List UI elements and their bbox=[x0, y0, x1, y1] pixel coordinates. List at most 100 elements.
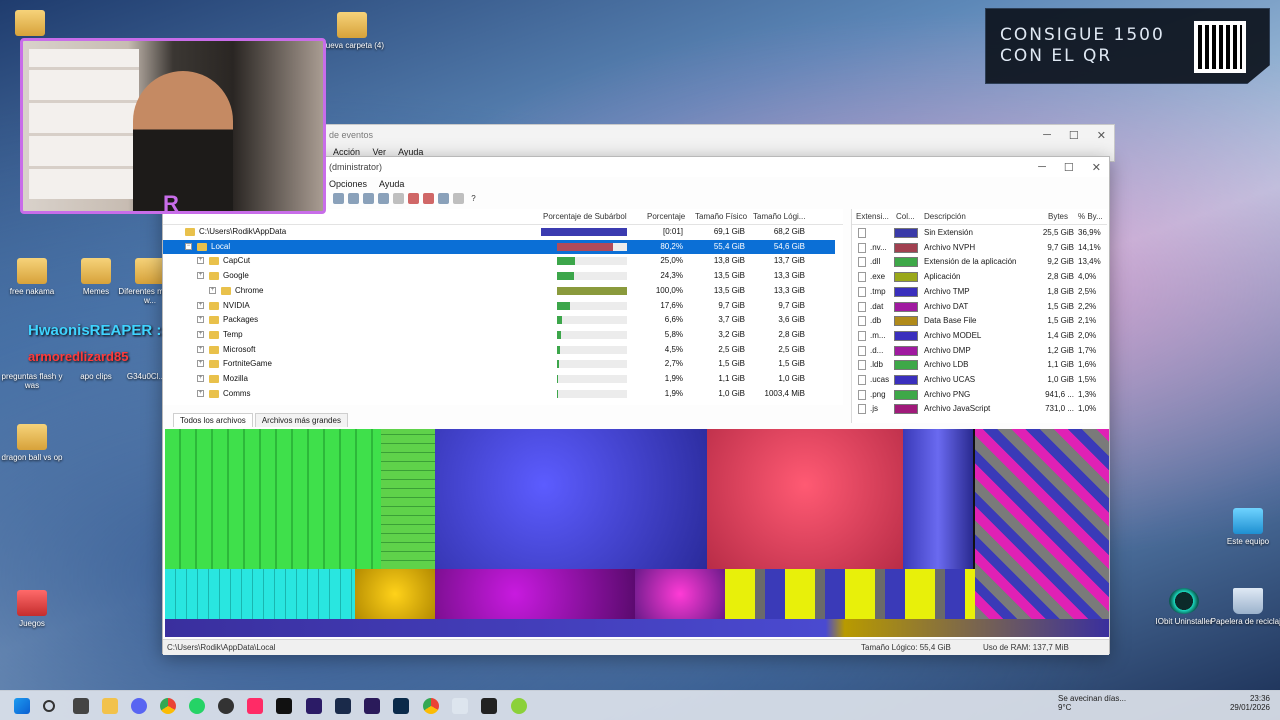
refresh-icon[interactable] bbox=[363, 193, 374, 204]
expand-toggle-icon[interactable]: + bbox=[197, 389, 204, 397]
tree-row[interactable]: + Microsoft 4,5% 2,5 GiB 2,5 GiB bbox=[163, 343, 835, 358]
expand-toggle-icon[interactable]: + bbox=[197, 330, 204, 338]
treemap-block-yellow-1[interactable] bbox=[355, 569, 435, 619]
extension-row[interactable]: .ldb Archivo LDB 1,1 GiB 1,6% bbox=[852, 358, 1108, 373]
tree-row[interactable]: + Packages 6,6% 3,7 GiB 3,6 GiB bbox=[163, 313, 835, 328]
extension-row[interactable]: .d... Archivo DMP 1,2 GiB 1,7% bbox=[852, 344, 1108, 359]
extension-row[interactable]: Sin Extensión 25,5 GiB 36,9% bbox=[852, 226, 1108, 241]
help-icon[interactable]: ? bbox=[468, 193, 479, 204]
tree-row[interactable]: − Local 80,2% 55,4 GiB 54,6 GiB bbox=[163, 239, 835, 255]
tree-row[interactable]: + Chrome 100,0% 13,5 GiB 13,3 GiB bbox=[163, 284, 835, 299]
open-icon[interactable] bbox=[333, 193, 344, 204]
folder-icon[interactable] bbox=[348, 193, 359, 204]
maximize-icon[interactable]: ☐ bbox=[1069, 129, 1079, 142]
tree-row[interactable]: + Comms 1,9% 1,0 GiB 1003,4 MiB bbox=[163, 387, 835, 402]
terminal-icon[interactable] bbox=[481, 698, 497, 714]
tree-row[interactable]: + NVIDIA 17,6% 9,7 GiB 9,7 GiB bbox=[163, 299, 835, 314]
expand-toggle-icon[interactable]: + bbox=[197, 360, 204, 368]
treemap-block-blue-2[interactable] bbox=[903, 429, 973, 569]
desktop-icon-este-equipo[interactable]: Este equipo bbox=[1210, 508, 1280, 546]
expand-toggle-icon[interactable]: + bbox=[197, 301, 204, 309]
audition-icon[interactable] bbox=[306, 698, 322, 714]
lightroom-icon[interactable] bbox=[335, 698, 351, 714]
photoshop-icon[interactable] bbox=[393, 698, 409, 714]
minimize-icon[interactable]: ─ bbox=[1038, 161, 1046, 174]
column-description[interactable]: Descripción bbox=[924, 212, 966, 221]
extension-row[interactable]: .dll Extensión de la aplicación 9,2 GiB 13,… bbox=[852, 255, 1108, 270]
extension-row[interactable]: .db Data Base File 1,5 GiB 2,1% bbox=[852, 314, 1108, 329]
menu-item-opciones[interactable]: Opciones bbox=[329, 179, 367, 189]
extension-row[interactable]: .png Archivo PNG 941,6 ... 1,3% bbox=[852, 388, 1108, 403]
expand-toggle-icon[interactable]: + bbox=[197, 375, 204, 382]
premiere-icon[interactable] bbox=[364, 698, 380, 714]
treemap-block-magenta[interactable] bbox=[635, 569, 725, 619]
zoom-in-icon[interactable] bbox=[438, 193, 449, 204]
treemap-block-blue-1[interactable] bbox=[435, 429, 707, 569]
expand-toggle-icon[interactable]: + bbox=[197, 272, 204, 280]
column-percent[interactable]: Porcentaje bbox=[647, 212, 685, 221]
tab-all-files[interactable]: Todos los archivos bbox=[173, 413, 253, 427]
maximize-icon[interactable]: ☐ bbox=[1064, 161, 1074, 174]
treemap-block-cyan[interactable] bbox=[165, 569, 355, 619]
expand-toggle-icon[interactable]: + bbox=[209, 286, 216, 294]
extension-row[interactable]: .js Archivo JavaScript 731,0 ... 1,0% bbox=[852, 402, 1108, 417]
chrome-2-icon[interactable] bbox=[423, 698, 439, 714]
expand-toggle-icon[interactable]: + bbox=[197, 316, 204, 324]
desktop-icon-recycle-bin[interactable]: Papelera de reciclaje bbox=[1210, 588, 1280, 626]
delete-icon[interactable] bbox=[408, 193, 419, 204]
treemap-block-nvph[interactable] bbox=[707, 429, 903, 569]
whatsapp-icon[interactable] bbox=[189, 698, 205, 714]
treemap[interactable] bbox=[165, 429, 1109, 637]
weather-widget[interactable]: Se avecinan días... 9°C bbox=[1058, 694, 1126, 712]
tiktok-icon[interactable] bbox=[247, 698, 263, 714]
extension-row[interactable]: .tmp Archivo TMP 1,8 GiB 2,5% bbox=[852, 285, 1108, 300]
treemap-block-mixed[interactable] bbox=[975, 429, 1109, 619]
extension-row[interactable]: .nv... Archivo NVPH 9,7 GiB 14,1% bbox=[852, 241, 1108, 256]
file-explorer-icon[interactable] bbox=[102, 698, 118, 714]
column-logical-size[interactable]: Tamaño Lógi... bbox=[753, 212, 805, 221]
treemap-block-capcut[interactable] bbox=[165, 429, 381, 569]
column-subtree-percent[interactable]: Porcentaje de Subárbol bbox=[543, 212, 627, 221]
close-icon[interactable]: ✕ bbox=[1092, 161, 1101, 174]
chrome-icon[interactable] bbox=[160, 698, 176, 714]
disk-analyzer-icon[interactable] bbox=[511, 698, 527, 714]
zoom-out-icon[interactable] bbox=[453, 193, 464, 204]
tree-row[interactable]: + Mozilla 1,9% 1,1 GiB 1,0 GiB bbox=[163, 372, 835, 387]
obs-icon[interactable] bbox=[218, 698, 234, 714]
minimize-icon[interactable]: ─ bbox=[1043, 129, 1051, 142]
desktop-icon-juegos[interactable]: Juegos bbox=[0, 590, 70, 628]
expand-toggle-icon[interactable]: + bbox=[197, 345, 204, 353]
task-view-icon[interactable] bbox=[73, 698, 89, 714]
treemap-block-purple[interactable] bbox=[435, 569, 635, 619]
column-physical-size[interactable]: Tamaño Físico bbox=[695, 212, 747, 221]
search-icon[interactable] bbox=[43, 700, 55, 712]
treemap-block-yellow-2[interactable] bbox=[725, 569, 975, 619]
extension-row[interactable]: .ucas Archivo UCAS 1,0 GiB 1,5% bbox=[852, 373, 1108, 388]
directory-tree[interactable]: Porcentaje de Subárbol Porcentaje Tamaño… bbox=[163, 209, 843, 405]
tab-largest-files[interactable]: Archivos más grandes bbox=[254, 413, 348, 427]
tree-row[interactable]: + Temp 5,8% 3,2 GiB 2,8 GiB bbox=[163, 328, 835, 343]
column-extension[interactable]: Extensi... bbox=[856, 212, 889, 221]
column-bytes-percent[interactable]: % By... bbox=[1078, 212, 1103, 221]
tree-row[interactable]: C:\Users\Rodik\AppData [0:01] 69,1 GiB 68,2… bbox=[163, 225, 835, 240]
menu-item-ayuda[interactable]: Ayuda bbox=[379, 179, 404, 189]
discord-icon[interactable] bbox=[131, 698, 147, 714]
notepad-icon[interactable] bbox=[452, 698, 468, 714]
tree-row[interactable]: + FortniteGame 2,7% 1,5 GiB 1,5 GiB bbox=[163, 357, 835, 372]
column-bytes[interactable]: Bytes bbox=[1048, 212, 1068, 221]
treemap-block-green-2[interactable] bbox=[381, 429, 435, 569]
extension-row[interactable]: .exe Aplicación 2,8 GiB 4,0% bbox=[852, 270, 1108, 285]
close-icon[interactable]: ✕ bbox=[1097, 129, 1106, 142]
column-color[interactable]: Col... bbox=[896, 212, 915, 221]
extension-row[interactable]: .dat Archivo DAT 1,5 GiB 2,2% bbox=[852, 300, 1108, 315]
tree-row[interactable]: + Google 24,3% 13,5 GiB 13,3 GiB bbox=[163, 269, 835, 284]
disk-analyzer-window[interactable]: (dministrator) ─ ☐ ✕ Opciones Ayuda ? Po… bbox=[162, 156, 1110, 655]
copy-icon[interactable] bbox=[378, 193, 389, 204]
desktop-icon-dragon-ball[interactable]: dragon ball vs op bbox=[0, 424, 70, 462]
treemap-block-bottom[interactable] bbox=[165, 619, 1109, 637]
extension-row[interactable]: .m... Archivo MODEL 1,4 GiB 2,0% bbox=[852, 329, 1108, 344]
expand-toggle-icon[interactable]: − bbox=[185, 242, 192, 250]
clock[interactable]: 23:36 29/01/2026 bbox=[1226, 694, 1270, 712]
extension-list[interactable]: Extensi... Col... Descripción Bytes % By… bbox=[851, 209, 1107, 423]
windows-start-icon[interactable] bbox=[14, 698, 30, 714]
